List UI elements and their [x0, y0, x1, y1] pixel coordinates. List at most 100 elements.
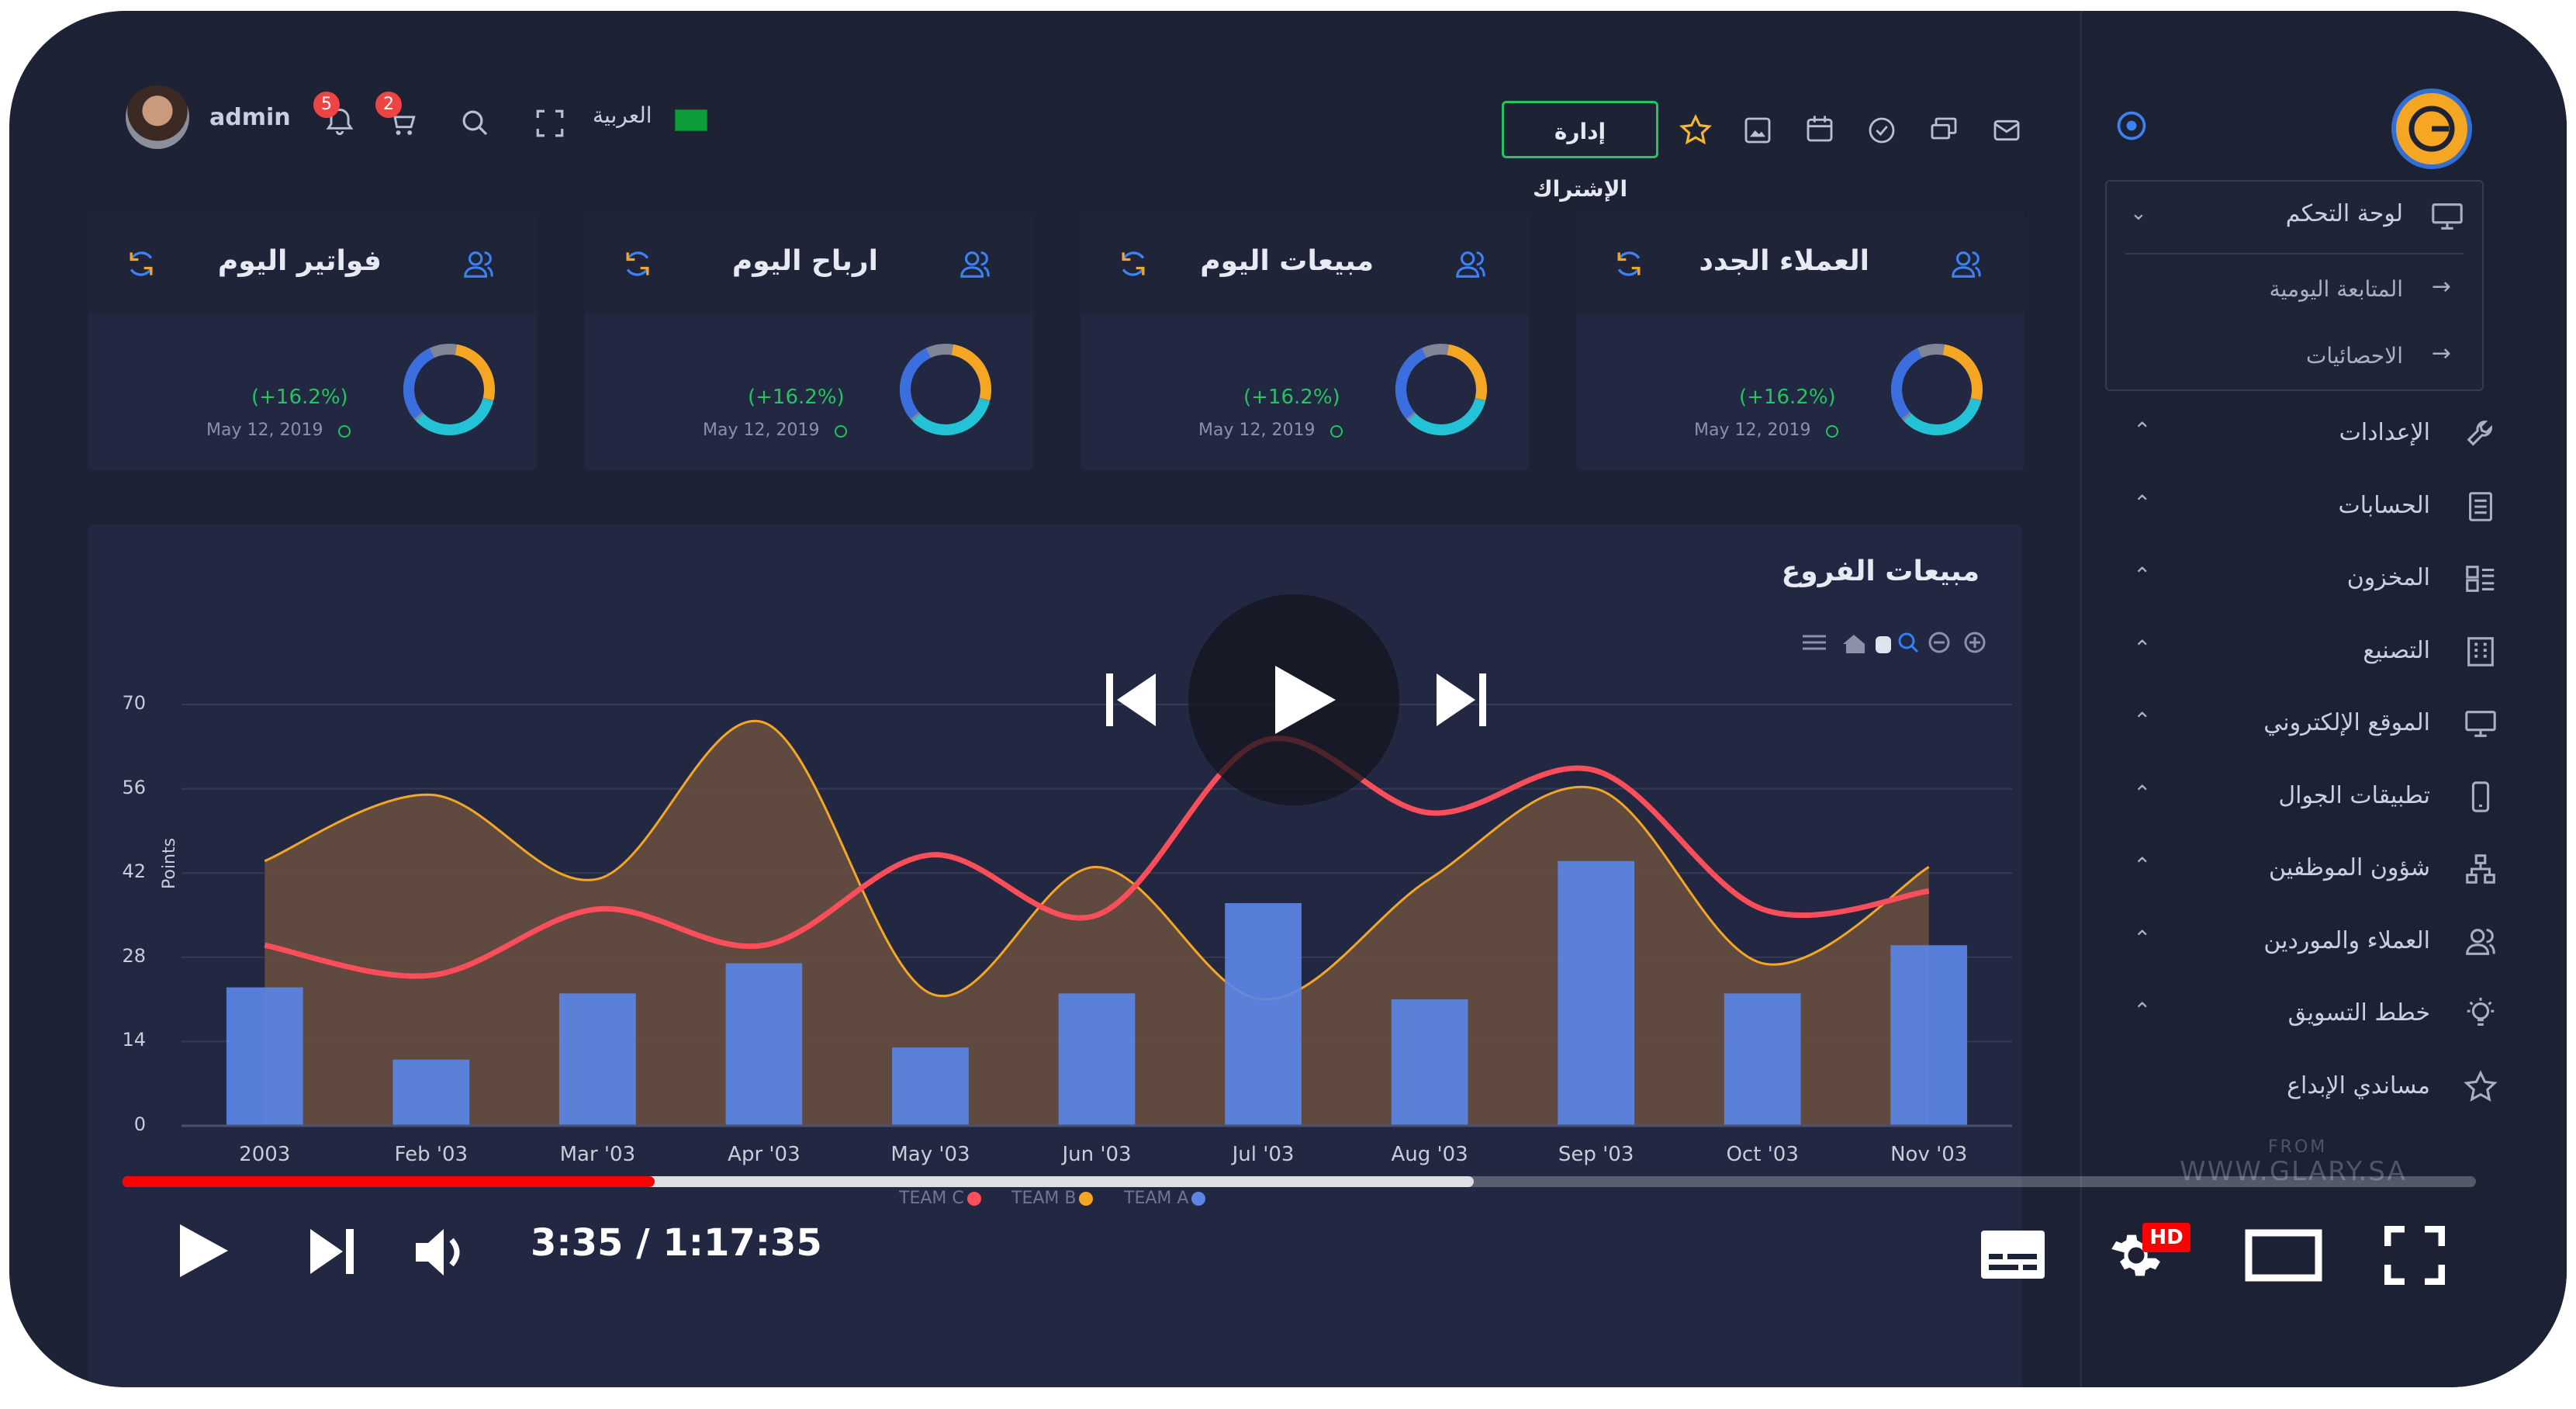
- chevron-up-icon: ⌃: [2133, 780, 2152, 806]
- dashboard-group: لوحة التحكم ⌄ → المتابعة اليومية → الاحص…: [2105, 180, 2484, 391]
- language-selector[interactable]: العربية: [593, 102, 652, 128]
- status-dot-icon: [1330, 425, 1343, 438]
- center-play-button[interactable]: [1188, 594, 1399, 805]
- subscription-button[interactable]: إدارة الإشتراك: [1502, 101, 1658, 202]
- users-icon: [461, 247, 496, 282]
- app-logo-icon: [2396, 93, 2467, 164]
- sidebar-item[interactable]: ⌃ الحسابات: [2082, 473, 2567, 543]
- chat-icon[interactable]: [1928, 115, 1959, 146]
- theater-mode-icon[interactable]: [2245, 1229, 2322, 1282]
- x-tick-label: Nov '03: [1890, 1143, 1968, 1166]
- sidebar-item[interactable]: مساندي الإبداع: [2082, 1054, 2567, 1123]
- bar-team-a: [725, 963, 803, 1126]
- progress-played: [123, 1176, 655, 1187]
- sidebar-toggle-icon[interactable]: [2114, 109, 2149, 143]
- card-date: May 12, 2019: [1198, 421, 1316, 440]
- donut-chart-icon: [895, 339, 996, 440]
- x-tick-label: Apr '03: [728, 1143, 800, 1166]
- username-label[interactable]: admin: [209, 104, 291, 131]
- sidebar-item[interactable]: ⌃ تطبيقات الجوال: [2082, 763, 2567, 833]
- org-chart-icon: [2463, 851, 2498, 887]
- users-icon: [957, 247, 993, 282]
- stat-card: مبيعات اليوم (+16.2%) May 12, 2019: [1081, 211, 1529, 470]
- status-dot-icon: [1826, 425, 1838, 438]
- chevron-up-icon: ⌃: [2133, 708, 2152, 733]
- legend-label: TEAM B: [1011, 1189, 1077, 1208]
- next-video-icon[interactable]: [1433, 669, 1488, 731]
- y-tick-label: 28: [122, 944, 146, 967]
- refresh-icon[interactable]: [621, 247, 655, 281]
- card-percent-change: (+16.2%): [251, 386, 348, 409]
- card-title: مبيعات اليوم: [1200, 245, 1374, 277]
- legend-item[interactable]: TEAM B: [1011, 1189, 1094, 1208]
- cart-badge: 2: [375, 92, 402, 118]
- refresh-icon[interactable]: [1612, 247, 1646, 281]
- card-title: ارباح اليوم: [731, 245, 878, 277]
- arrow-right-icon: →: [2431, 273, 2451, 300]
- chart-plot: [182, 704, 2012, 1127]
- progress-track[interactable]: [123, 1176, 2476, 1187]
- x-tick-label: Aug '03: [1391, 1143, 1468, 1166]
- sidebar-item[interactable]: ⌃ التصنيع: [2082, 618, 2567, 688]
- sidebar-item[interactable]: ⌃ المخزون: [2082, 545, 2567, 615]
- refresh-icon[interactable]: [124, 247, 158, 281]
- tasks-check-icon[interactable]: [1866, 115, 1897, 146]
- play-button[interactable]: [172, 1220, 234, 1282]
- card-title: العملاء الجدد: [1699, 245, 1869, 277]
- arrow-right-icon: →: [2431, 340, 2451, 367]
- volume-icon[interactable]: [413, 1226, 475, 1279]
- sidebar-item[interactable]: ⌃ الموقع الإلكتروني: [2082, 691, 2567, 760]
- calendar-icon[interactable]: [1804, 113, 1835, 144]
- sidebar-item-label: الإعدادات: [2339, 419, 2430, 446]
- user-avatar[interactable]: [126, 85, 189, 149]
- sidebar-item-label: الحسابات: [2338, 491, 2430, 519]
- sidebar-item-dashboard[interactable]: لوحة التحكم ⌄: [2107, 182, 2482, 251]
- subtitles-icon[interactable]: [1980, 1229, 2046, 1280]
- chevron-up-icon: ⌃: [2133, 563, 2152, 588]
- fullscreen-icon[interactable]: [534, 107, 566, 140]
- chart-legend: TEAM C TEAM B TEAM A: [899, 1189, 1333, 1220]
- search-icon[interactable]: [459, 107, 492, 140]
- users-icon: [2463, 924, 2498, 960]
- refresh-icon[interactable]: [1116, 247, 1150, 281]
- next-button[interactable]: [307, 1226, 358, 1277]
- donut-chart-icon: [1391, 339, 1492, 440]
- sidebar-subitem-daily-followup[interactable]: → المتابعة اليومية: [2107, 259, 2482, 321]
- chevron-down-icon: ⌄: [2130, 202, 2147, 225]
- favorite-star-icon[interactable]: [1679, 113, 1713, 147]
- legend-swatch: [966, 1192, 981, 1206]
- x-tick-label: 2003: [239, 1143, 291, 1166]
- sidebar-item-label: الموقع الإلكتروني: [2263, 709, 2430, 736]
- legend-item[interactable]: TEAM A: [1124, 1189, 1206, 1208]
- monitor-icon: [2429, 199, 2465, 234]
- prev-video-icon[interactable]: [1105, 669, 1159, 731]
- sidebar-item[interactable]: ⌃ الإعدادات: [2082, 400, 2567, 470]
- bar-team-a: [1890, 945, 1968, 1126]
- users-icon: [1453, 247, 1489, 282]
- chevron-up-icon: ⌃: [2133, 925, 2152, 951]
- sidebar-item-label: مساندي الإبداع: [2287, 1071, 2430, 1099]
- legend-swatch: [1191, 1192, 1206, 1206]
- monitor-icon: [2463, 706, 2498, 742]
- status-dot-icon: [338, 425, 351, 438]
- sidebar-item[interactable]: ⌃ شؤون الموظفين: [2082, 836, 2567, 905]
- legend-item[interactable]: TEAM C: [899, 1189, 981, 1208]
- footer-from: FROM: [2268, 1137, 2328, 1157]
- bar-team-a: [226, 987, 303, 1126]
- sidebar-item-label: المخزون: [2346, 564, 2430, 591]
- sidebar-item[interactable]: ⌃ العملاء والموردين: [2082, 909, 2567, 978]
- gallery-icon[interactable]: [1742, 115, 1773, 146]
- bar-team-a: [559, 993, 636, 1126]
- chart-panel: مبيعات الفروع Points 2003 Feb '03 Mar '03 A…: [88, 524, 2021, 1387]
- sidebar-subitem-statistics[interactable]: → الاحصائيات: [2107, 326, 2482, 388]
- sidebar-item[interactable]: ⌃ خطط التسويق: [2082, 981, 2567, 1051]
- fullscreen-player-icon[interactable]: [2384, 1225, 2446, 1286]
- bar-team-a: [1225, 902, 1302, 1126]
- stat-card: العملاء الجدد (+16.2%) May 12, 2019: [1576, 211, 2024, 470]
- card-date: May 12, 2019: [703, 421, 820, 440]
- factory-icon: [2463, 634, 2498, 670]
- sidebar-item-label: تطبيقات الجوال: [2278, 781, 2430, 809]
- legend-label: TEAM A: [1124, 1189, 1189, 1208]
- mail-icon[interactable]: [1990, 115, 2023, 146]
- legend-swatch: [1079, 1192, 1094, 1206]
